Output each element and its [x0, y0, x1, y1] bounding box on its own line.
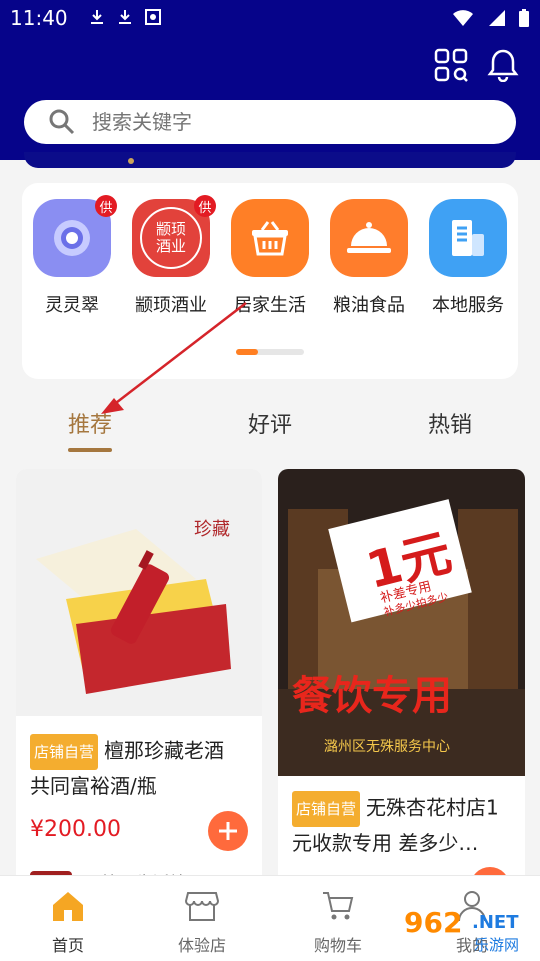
bell-icon[interactable] [486, 48, 520, 82]
nav-cart[interactable]: 购物车 [278, 886, 398, 956]
signal-icon [486, 9, 506, 31]
status-system-icons [452, 8, 530, 32]
category-icon: 供 [33, 195, 117, 277]
store-icon [182, 886, 222, 926]
watermark-sub: 乐游网 [474, 936, 520, 954]
cart-icon [318, 886, 358, 926]
supplier-badge: 供 [194, 195, 216, 217]
self-operated-tag: 店铺自营 [292, 791, 361, 827]
status-time: 11:40 [10, 6, 68, 30]
svg-text:潞州区无殊服务中心: 潞州区无殊服务中心 [324, 739, 450, 755]
top-header: 11:40 [0, 0, 540, 160]
download-icon [116, 8, 134, 26]
add-to-cart-button[interactable] [208, 811, 248, 851]
svg-text:餐饮专用: 餐饮专用 [292, 672, 452, 719]
scan-qr-icon[interactable] [434, 48, 468, 82]
self-operated-tag: 店铺自营 [30, 734, 99, 770]
wifi-icon [452, 9, 474, 31]
tab-recommend[interactable]: 推荐 [68, 407, 112, 439]
nav-label: 首页 [51, 936, 84, 955]
tab-good-reviews[interactable]: 好评 [248, 407, 292, 439]
category-icon: 颛顼酒业 供 [132, 195, 216, 277]
category-label: 居家生活 [234, 295, 306, 316]
category-item-local-services[interactable]: 本地服务 [419, 199, 517, 317]
watermark-main: 962 [404, 906, 463, 939]
status-bar: 11:40 [0, 0, 540, 36]
banner-carousel[interactable] [24, 152, 516, 168]
download-icon [88, 8, 106, 26]
category-scroll-indicator-fill [236, 349, 258, 355]
nav-label: 购物车 [313, 936, 362, 955]
nav-home[interactable]: 首页 [8, 886, 128, 956]
category-icon [429, 199, 507, 277]
plus-icon [219, 822, 237, 840]
search-bar[interactable] [24, 100, 516, 144]
category-label: 颛顼酒业 [135, 295, 207, 316]
site-watermark: 962 .NET 乐游网 [402, 906, 536, 956]
svg-text:珍藏: 珍藏 [194, 519, 230, 540]
product-card[interactable]: 1元 补差专用 补多少拍多少 餐饮专用 潞州区无殊服务中心 店铺自营 无殊杏花村店… [278, 469, 525, 889]
product-title-line1: 檀那珍藏老酒 [104, 738, 225, 763]
product-tabs: 推荐 好评 热销 [0, 395, 540, 457]
category-label: 粮油食品 [333, 295, 405, 316]
search-icon [48, 108, 76, 136]
category-item-home-living[interactable]: 居家生活 [221, 199, 319, 317]
category-icon [231, 199, 309, 277]
ring-icon [54, 220, 90, 256]
category-label: 灵灵翠 [45, 295, 99, 316]
basket-icon [252, 221, 288, 256]
banner-indicator-dot [128, 158, 134, 164]
tab-hot-sales[interactable]: 热销 [428, 407, 472, 439]
nav-label: 体验店 [177, 936, 226, 955]
category-item-grain-oil[interactable]: 粮油食品 [320, 199, 418, 317]
supplier-badge: 供 [95, 195, 117, 217]
category-panel: 供 灵灵翠 颛顼酒业 供 颛顼酒业 居家生活 粮油食品 本地服务 [22, 183, 518, 379]
category-icon [330, 199, 408, 277]
product-title: 店铺自营 无殊杏花村店1 元收款专用 差多少… [292, 791, 518, 859]
home-icon [48, 886, 88, 926]
category-item-zhuanxu-liquor[interactable]: 颛顼酒业 供 颛顼酒业 [122, 195, 220, 317]
product-price: ¥200.00 [30, 817, 121, 842]
status-notification-icons [88, 8, 162, 26]
category-scroll-indicator [236, 349, 304, 355]
header-actions [434, 48, 520, 82]
category-item-linglingcui[interactable]: 供 灵灵翠 [23, 195, 121, 317]
product-title-line2: 共同富裕酒/瓶 [30, 774, 157, 798]
food-cloche-icon [347, 222, 391, 253]
watermark-net: .NET [472, 912, 519, 933]
search-input[interactable] [90, 109, 474, 135]
liquor-logo-icon: 颛顼酒业 [140, 207, 202, 269]
image-icon [144, 8, 162, 26]
product-image-dining-special: 1元 补差专用 补多少拍多少 餐饮专用 潞州区无殊服务中心 [278, 469, 525, 776]
product-title-line2: 元收款专用 差多少… [292, 831, 479, 855]
active-tab-underline [68, 448, 112, 452]
nav-experience-store[interactable]: 体验店 [142, 886, 262, 956]
product-image-liquor-box: 珍藏 [16, 469, 262, 716]
building-icon [452, 220, 484, 256]
category-label: 本地服务 [432, 295, 504, 316]
product-title: 店铺自营 檀那珍藏老酒 共同富裕酒/瓶 [30, 734, 254, 802]
battery-icon [518, 8, 530, 32]
product-card[interactable]: 珍藏 店铺自营檀那珍藏老酒 共同富裕酒/瓶 ¥200.00 91檀那生活坊 [16, 469, 262, 889]
product-title-line1: 无殊杏花村店1 [366, 795, 499, 820]
